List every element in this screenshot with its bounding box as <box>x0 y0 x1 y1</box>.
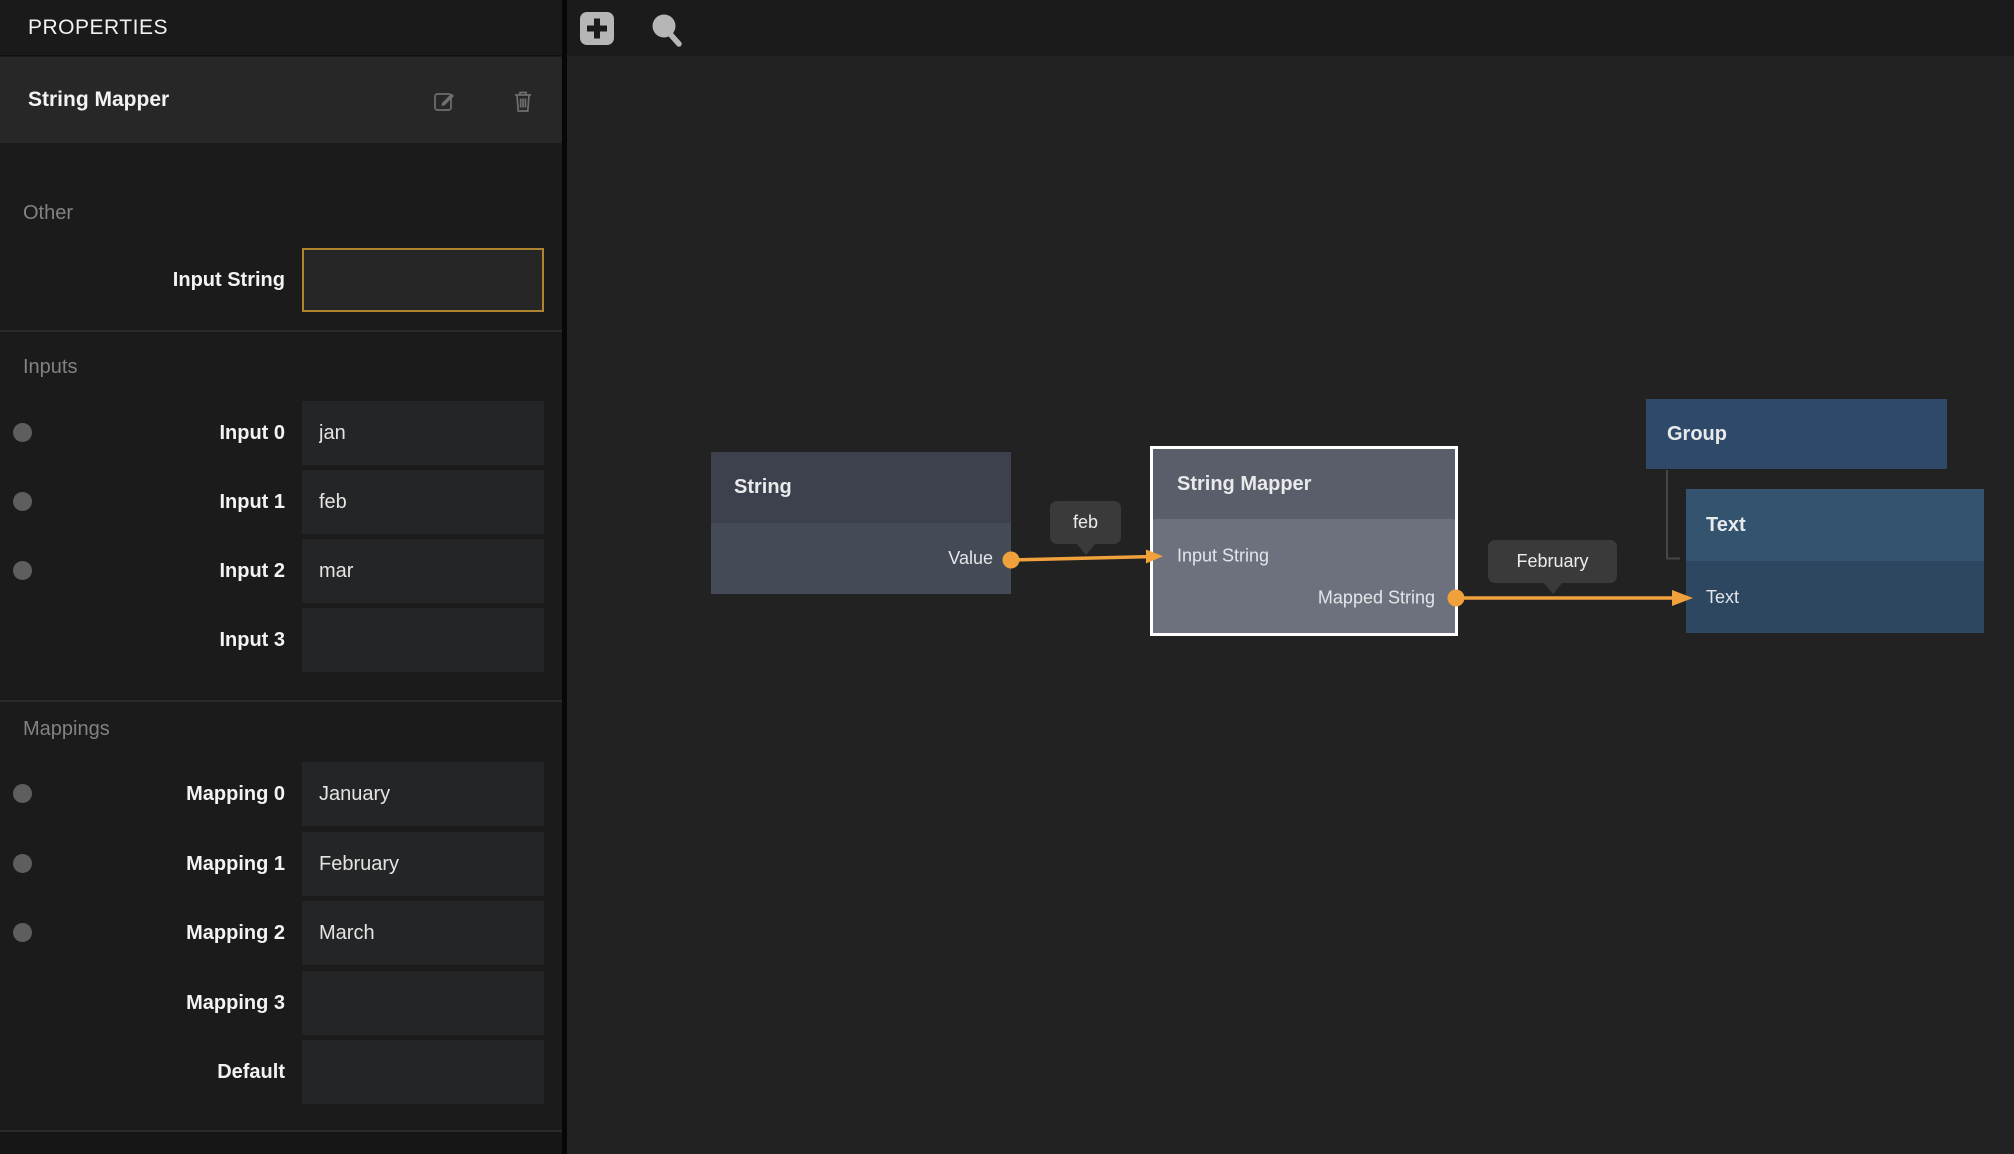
property-row: Mapping 2 <box>0 901 562 965</box>
node-title: String Mapper <box>1177 473 1311 496</box>
node-header: String Mapper <box>1153 449 1455 519</box>
node-title: String <box>734 476 792 499</box>
properties-panel: PROPERTIES String Mapper Other Input Str… <box>0 0 562 1154</box>
property-row: Input 1 <box>0 470 562 534</box>
input-port-input-string[interactable]: Input String <box>1177 546 1269 567</box>
wire-value-label: feb <box>1073 512 1098 533</box>
input-3-field[interactable] <box>302 608 544 672</box>
edit-button[interactable] <box>430 87 458 115</box>
property-row: Mapping 3 <box>0 971 562 1035</box>
node-body: Input String Mapped String <box>1153 519 1455 633</box>
node-string[interactable]: String Value <box>711 452 1011 594</box>
node-string-mapper[interactable]: String Mapper Input String Mapped String <box>1150 446 1458 636</box>
canvas-toolbar <box>567 0 2014 56</box>
wire-value-tooltip: feb <box>1050 501 1121 544</box>
field-label: Input 2 <box>219 539 285 603</box>
property-row: Input 2 <box>0 539 562 603</box>
property-row: Input 0 <box>0 401 562 465</box>
default-field[interactable] <box>302 1040 544 1104</box>
trash-icon <box>511 88 535 114</box>
field-label: Input String <box>173 248 285 312</box>
node-body: Text <box>1686 561 1984 633</box>
port-connection-dot[interactable] <box>13 784 32 803</box>
wire-value-tooltip: February <box>1488 540 1617 583</box>
field-label: Mapping 2 <box>186 901 285 965</box>
port-connection-dot[interactable] <box>13 854 32 873</box>
selected-node-name: String Mapper <box>28 57 169 143</box>
panel-header: PROPERTIES <box>0 0 562 56</box>
input-2-field[interactable] <box>302 539 544 603</box>
add-node-button[interactable] <box>574 8 614 48</box>
property-row: Mapping 0 <box>0 762 562 826</box>
port-connection-dot[interactable] <box>13 423 32 442</box>
wire-value-label: February <box>1516 551 1588 572</box>
edit-icon <box>431 88 457 114</box>
node-header: String <box>711 452 1011 523</box>
node-text[interactable]: Text Text <box>1686 489 1984 633</box>
mapping-2-field[interactable] <box>302 901 544 965</box>
input-0-field[interactable] <box>302 401 544 465</box>
input-1-field[interactable] <box>302 470 544 534</box>
output-port-mapped-string[interactable]: Mapped String <box>1318 588 1435 609</box>
node-title: Group <box>1667 423 1727 446</box>
field-label: Input 1 <box>219 470 285 534</box>
selected-node-row: String Mapper <box>0 57 562 143</box>
input-port-text[interactable]: Text <box>1706 587 1739 608</box>
section-title-inputs: Inputs <box>23 356 77 379</box>
property-row: Input 3 <box>0 608 562 672</box>
section-divider <box>0 330 562 332</box>
mapping-0-field[interactable] <box>302 762 544 826</box>
search-icon <box>643 8 683 48</box>
node-header: Text <box>1686 489 1984 561</box>
node-title: Text <box>1706 514 1746 537</box>
property-row: Default <box>0 1040 562 1104</box>
field-label: Mapping 0 <box>186 762 285 826</box>
node-body: Value <box>711 523 1011 594</box>
property-row: Input String <box>0 248 562 312</box>
field-label: Input 3 <box>219 608 285 672</box>
field-label: Mapping 3 <box>186 971 285 1035</box>
input-string-field[interactable] <box>302 248 544 312</box>
panel-title: PROPERTIES <box>28 16 168 40</box>
field-label: Default <box>217 1040 285 1104</box>
section-divider <box>0 700 562 702</box>
field-label: Input 0 <box>219 401 285 465</box>
port-connection-dot[interactable] <box>13 923 32 942</box>
mapping-1-field[interactable] <box>302 832 544 896</box>
port-connection-dot[interactable] <box>13 492 32 511</box>
node-group[interactable]: Group <box>1646 399 1947 469</box>
delete-button[interactable] <box>509 87 537 115</box>
section-title-mappings: Mappings <box>23 718 110 741</box>
field-label: Mapping 1 <box>186 832 285 896</box>
output-port-value[interactable]: Value <box>948 548 993 569</box>
port-connection-dot[interactable] <box>13 561 32 580</box>
panel-bottom-section <box>0 1132 562 1154</box>
property-row: Mapping 1 <box>0 832 562 896</box>
section-title-other: Other <box>23 202 73 225</box>
mapping-3-field[interactable] <box>302 971 544 1035</box>
search-button[interactable] <box>643 8 683 48</box>
add-node-icon <box>574 8 614 48</box>
